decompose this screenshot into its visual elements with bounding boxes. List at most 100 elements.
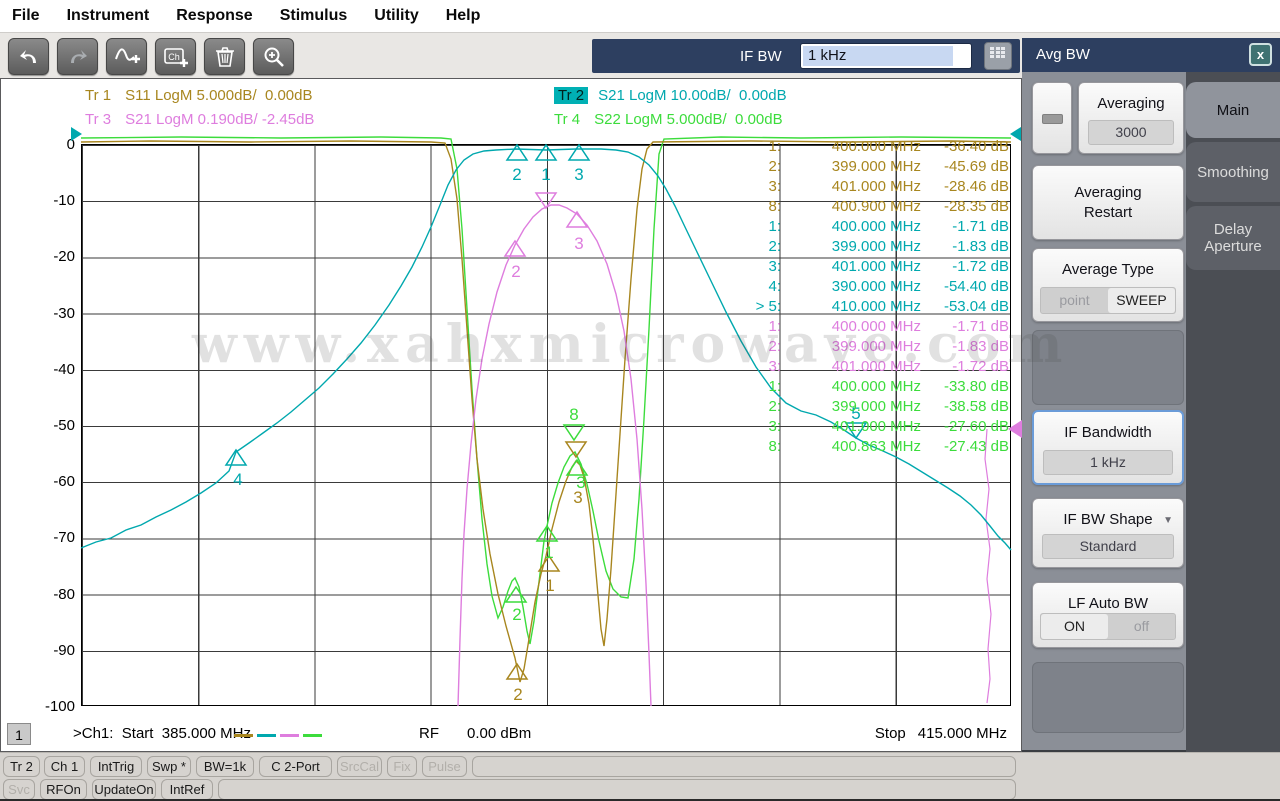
average-type-sweep-option[interactable]: SWEEP	[1108, 288, 1175, 313]
y-axis-label: -70	[53, 529, 75, 546]
close-icon[interactable]: x	[1249, 43, 1272, 66]
trace-title-tr3[interactable]: Tr 3 S21 LogM 0.190dB/ -2.45dB	[85, 111, 314, 128]
y-axis-label: -40	[53, 361, 75, 378]
empty-softkey-slot	[1032, 330, 1184, 405]
marker-row: 3: 401.000 MHz -1.72 dB	[768, 358, 1009, 375]
menu-file[interactable]: File	[12, 7, 40, 25]
lf-auto-on-option[interactable]: ON	[1041, 614, 1108, 639]
y-axis-label: -50	[53, 417, 75, 434]
if-bandwidth-button[interactable]: IF Bandwidth 1 kHz	[1032, 410, 1184, 485]
lf-auto-bw-button[interactable]: LF Auto BW ON off	[1032, 582, 1184, 648]
undo-button[interactable]	[8, 38, 49, 75]
rf-value: 0.00 dBm	[467, 725, 532, 742]
redo-button[interactable]	[57, 38, 98, 75]
lf-auto-bw-label: LF Auto BW	[1067, 595, 1149, 612]
tr3-color-swatch	[280, 734, 299, 737]
marker-row: 2: 399.000 MHz -38.58 dB	[768, 398, 1009, 415]
avg-bw-softkey-panel: Avg BW x Main Smoothing Delay Aperture A…	[1022, 38, 1280, 752]
if-bw-shape-button[interactable]: IF BW Shape ▼ Standard	[1032, 498, 1184, 568]
lf-auto-bw-toggle[interactable]: ON off	[1040, 613, 1176, 640]
y-axis-label: -60	[53, 473, 75, 490]
marker-row: 2: 399.000 MHz -45.69 dB	[768, 158, 1009, 175]
y-axis-label: -20	[53, 248, 75, 265]
status-cal[interactable]: C 2-Port	[259, 756, 332, 777]
marker-row: 8: 400.900 MHz -28.35 dB	[768, 198, 1009, 215]
tab-well: Main Smoothing Delay Aperture	[1186, 72, 1280, 752]
empty-softkey-slot	[1032, 662, 1184, 733]
status-trace[interactable]: Tr 2	[3, 756, 40, 777]
status-sweep[interactable]: Swp *	[147, 756, 191, 777]
ifbw-input-value: 1 kHz	[803, 46, 953, 66]
tr3-label: Tr 3	[85, 111, 112, 128]
marker-row: 2: 399.000 MHz -1.83 dB	[768, 238, 1009, 255]
status-rf[interactable]: RFOn	[40, 779, 87, 800]
add-trace-icon	[114, 45, 140, 69]
status-update[interactable]: UpdateOn	[92, 779, 156, 800]
marker-row: > 5: 410.000 MHz -53.04 dB	[755, 298, 1009, 315]
panel-title-bar: Avg BW	[1022, 38, 1280, 72]
averaging-enable-toggle[interactable]	[1032, 82, 1072, 154]
delete-button[interactable]	[204, 38, 245, 75]
ifbw-entry-bar: IF BW 1 kHz	[592, 39, 1020, 73]
menu-utility[interactable]: Utility	[374, 7, 418, 25]
keypad-icon[interactable]	[984, 42, 1012, 70]
marker-row: 3: 401.000 MHz -1.72 dB	[768, 258, 1009, 275]
ifbw-input[interactable]: 1 kHz	[800, 43, 972, 69]
status-reference[interactable]: IntRef	[161, 779, 213, 800]
menu-bar: File Instrument Response Stimulus Utilit…	[0, 0, 1280, 32]
averaging-restart-label: Averaging Restart	[1074, 183, 1142, 221]
status-bandwidth[interactable]: BW=1k	[196, 756, 254, 777]
tab-main[interactable]: Main	[1186, 82, 1280, 138]
tab-smoothing[interactable]: Smoothing	[1186, 142, 1280, 202]
status-trigger[interactable]: IntTrig	[90, 756, 142, 777]
marker-row: 3: 401.000 MHz -28.46 dB	[768, 178, 1009, 195]
undo-icon	[17, 46, 41, 68]
marker-row: 1: 400.000 MHz -1.71 dB	[768, 218, 1009, 235]
ref-arrow-right-icon	[1010, 127, 1021, 141]
marker-row: 1: 400.000 MHz -33.80 dB	[768, 378, 1009, 395]
averaging-value: 3000	[1088, 120, 1174, 145]
trace-title-tr1[interactable]: Tr 1 S11 LogM 5.000dB/ 0.00dB	[85, 87, 313, 104]
if-bw-shape-value: Standard	[1042, 534, 1174, 559]
menu-instrument[interactable]: Instrument	[67, 7, 150, 25]
rf-power-readout[interactable]: RF 0.00 dBm	[419, 725, 531, 742]
tr2-measurement: S21 LogM 10.00dB/ 0.00dB	[598, 87, 787, 104]
trace-title-tr2[interactable]: Tr 2 S21 LogM 10.00dB/ 0.00dB	[554, 87, 787, 104]
menu-help[interactable]: Help	[446, 7, 481, 25]
if-bw-shape-label: IF BW Shape	[1063, 511, 1153, 528]
chart-panel: Tr 1 S11 LogM 5.000dB/ 0.00dB Tr 2 S21 Log…	[0, 78, 1022, 752]
add-channel-button[interactable]: Ch	[155, 38, 196, 75]
tr2-label-active: Tr 2	[554, 87, 589, 104]
average-type-point-option[interactable]: point	[1041, 288, 1108, 313]
marker-row: 1: 400.000 MHz -36.40 dB	[768, 138, 1009, 155]
channel-stop-frequency[interactable]: Stop 415.000 MHz	[875, 725, 1007, 742]
redo-icon	[66, 46, 90, 68]
averaging-label: Averaging	[1097, 95, 1165, 112]
average-type-toggle[interactable]: point SWEEP	[1040, 287, 1176, 314]
status-channel[interactable]: Ch 1	[44, 756, 85, 777]
add-trace-button[interactable]	[106, 38, 147, 75]
channel-start-frequency[interactable]: >Ch1: Start 385.000 MHz	[73, 725, 251, 742]
trace-title-tr4[interactable]: Tr 4 S22 LogM 5.000dB/ 0.00dB	[554, 111, 783, 128]
menu-stimulus[interactable]: Stimulus	[280, 7, 348, 25]
zoom-button[interactable]	[253, 38, 294, 75]
tab-delay-aperture[interactable]: Delay Aperture	[1186, 206, 1280, 270]
status-fix: Fix	[387, 756, 417, 777]
averaging-restart-button[interactable]: Averaging Restart	[1032, 165, 1184, 240]
add-channel-icon: Ch	[163, 45, 189, 69]
ifbw-label: IF BW	[740, 47, 782, 65]
marker-row: 4: 390.000 MHz -54.40 dB	[768, 278, 1009, 295]
averaging-button[interactable]: Averaging 3000	[1078, 82, 1184, 154]
toggle-indicator-icon	[1042, 114, 1063, 124]
menu-response[interactable]: Response	[176, 7, 252, 25]
average-type-button[interactable]: Average Type point SWEEP	[1032, 248, 1184, 322]
marker-readout: 1: 400.000 MHz -36.40 dB 2: 399.000 MHz -45.…	[739, 137, 1009, 457]
status-srccal: SrcCal	[337, 756, 382, 777]
chevron-down-icon: ▼	[1163, 515, 1173, 526]
tr1-label: Tr 1	[85, 87, 112, 104]
status-bar: Tr 2 Ch 1 IntTrig Swp * BW=1k C 2-Port S…	[0, 752, 1280, 801]
lf-auto-off-option[interactable]: off	[1108, 614, 1175, 639]
tr1-measurement: S11 LogM 5.000dB/ 0.00dB	[125, 87, 313, 104]
vna-application-window: File Instrument Response Stimulus Utilit…	[0, 0, 1280, 801]
channel-number-badge[interactable]: 1	[7, 723, 31, 745]
